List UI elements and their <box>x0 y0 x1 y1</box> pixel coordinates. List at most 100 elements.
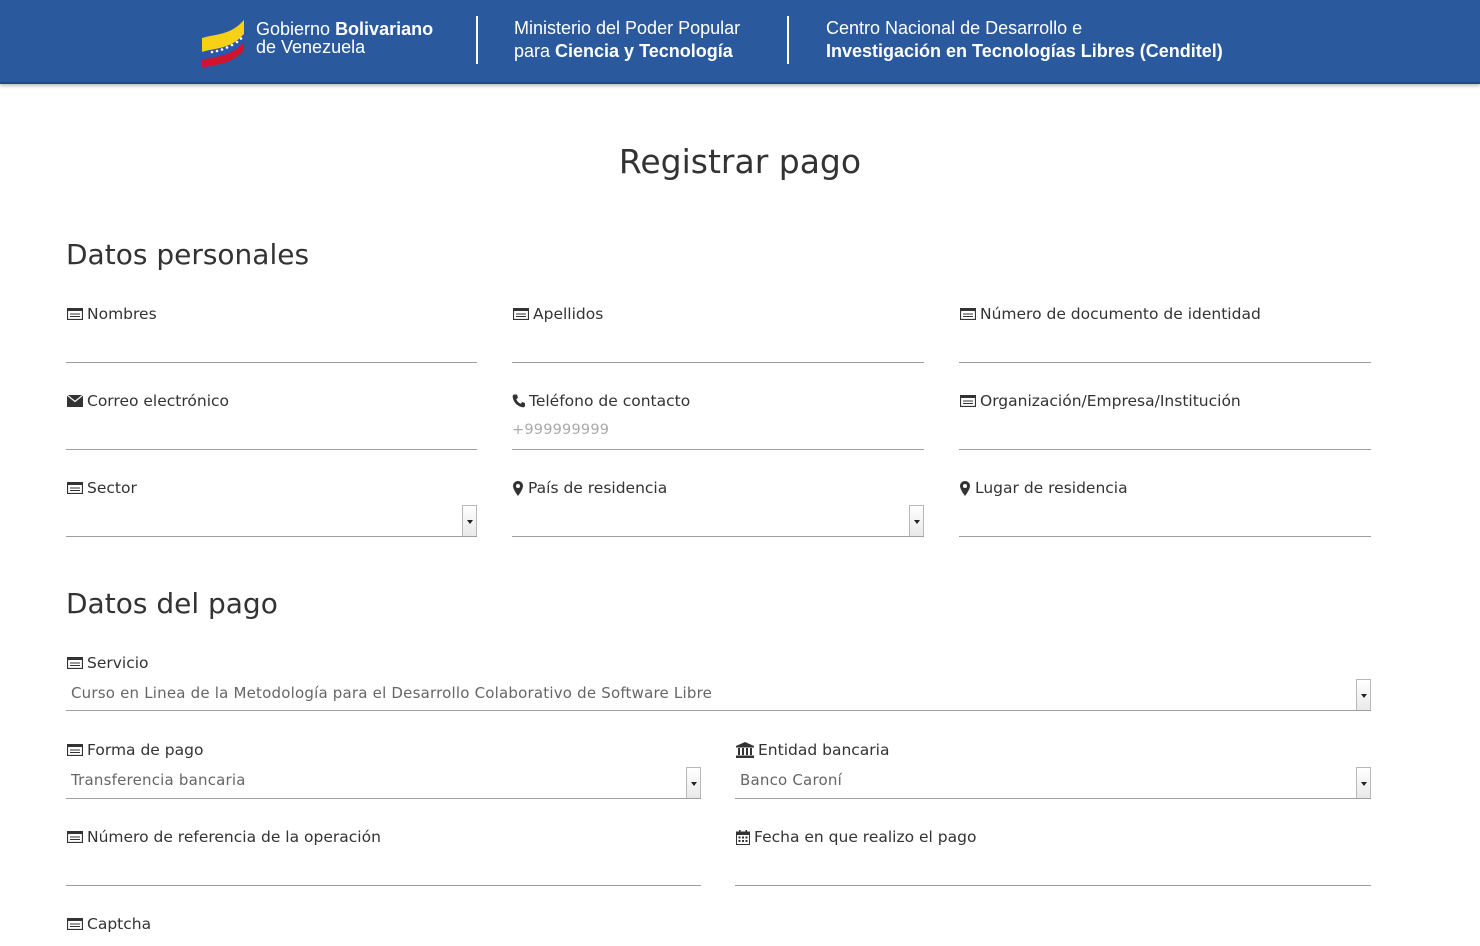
id-card-icon <box>959 306 976 322</box>
forma-pago-label: Forma de pago <box>66 741 203 759</box>
referencia-field[interactable]: Número de referencia de la operación <box>66 828 701 886</box>
apellidos-label-text: Apellidos <box>533 305 604 323</box>
id-card-icon <box>66 306 83 322</box>
gov-line1-plain: Gobierno <box>256 19 336 39</box>
referencia-underline <box>66 885 701 886</box>
organizacion-label-text: Organización/Empresa/Institución <box>980 392 1241 410</box>
telefono-label-text: Teléfono de contacto <box>529 392 691 410</box>
caret-down-icon[interactable] <box>909 505 924 537</box>
referencia-label-text: Número de referencia de la operación <box>87 828 381 846</box>
caret-down-icon[interactable] <box>1356 679 1371 711</box>
personal-data-heading: Datos personales <box>66 238 310 271</box>
sector-label: Sector <box>66 479 137 497</box>
documento-label: Número de documento de identidad <box>959 305 1261 323</box>
pais-underline <box>512 536 924 537</box>
sector-underline <box>66 536 477 537</box>
id-card-icon <box>512 306 529 322</box>
map-marker-icon <box>512 480 524 496</box>
center-line1: Centro Nacional de Desarrollo e <box>826 18 1083 38</box>
lugar-underline <box>959 536 1371 537</box>
id-card-icon <box>66 655 83 671</box>
forma-pago-underline <box>66 798 701 799</box>
correo-label-text: Correo electrónico <box>87 392 230 410</box>
id-card-icon <box>959 393 976 409</box>
captcha-field[interactable]: Captcha <box>66 915 701 946</box>
phone-icon <box>512 393 525 409</box>
documento-label-text: Número de documento de identidad <box>980 305 1261 323</box>
servicio-underline <box>66 710 1371 711</box>
entidad-bancaria-underline <box>735 798 1371 799</box>
captcha-label: Captcha <box>66 915 151 933</box>
map-marker-icon <box>959 480 971 496</box>
correo-field[interactable]: Correo electrónico <box>66 392 477 450</box>
id-card-icon <box>66 480 83 496</box>
organizacion-label: Organización/Empresa/Institución <box>959 392 1241 410</box>
gov-line1-bold: Bolivariano <box>335 19 434 39</box>
organizacion-field[interactable]: Organización/Empresa/Institución <box>959 392 1371 450</box>
lugar-field[interactable]: Lugar de residencia <box>959 479 1371 537</box>
center-line2: Investigación en Tecnologías Libres (Cen… <box>826 41 1223 61</box>
forma-pago-select[interactable]: Forma de pago Transferencia bancaria <box>66 741 701 799</box>
pais-label-text: País de residencia <box>528 479 668 497</box>
ministry-line2-bold: Ciencia y Tecnología <box>555 41 733 61</box>
forma-pago-selected: Transferencia bancaria <box>71 771 246 789</box>
apellidos-field[interactable]: Apellidos <box>512 305 924 363</box>
nombres-label-text: Nombres <box>87 305 157 323</box>
entidad-bancaria-selected: Banco Caroní <box>740 771 842 789</box>
page-title: Registrar pago <box>618 142 862 181</box>
captcha-label-text: Captcha <box>87 915 152 933</box>
caret-down-icon[interactable] <box>1356 767 1371 799</box>
forma-pago-label-text: Forma de pago <box>87 741 204 759</box>
documento-underline <box>959 362 1371 363</box>
apellidos-label: Apellidos <box>512 305 603 323</box>
header-divider <box>476 16 478 64</box>
center-name: Centro Nacional de Desarrollo e Investig… <box>826 17 1223 63</box>
header-divider <box>787 16 789 64</box>
envelope-icon <box>66 393 83 409</box>
caret-down-icon[interactable] <box>462 505 477 537</box>
payment-data-heading: Datos del pago <box>66 587 278 620</box>
pais-label: País de residencia <box>512 479 667 497</box>
documento-field[interactable]: Número de documento de identidad <box>959 305 1371 363</box>
ministry-line2-plain: para <box>514 41 556 61</box>
caret-down-icon[interactable] <box>686 767 701 799</box>
apellidos-underline <box>512 362 924 363</box>
government-name: Gobierno Bolivariano de Venezuela <box>256 19 433 57</box>
correo-underline <box>66 449 477 450</box>
entidad-bancaria-label-text: Entidad bancaria <box>758 741 890 759</box>
telefono-label: Teléfono de contacto <box>512 392 690 410</box>
id-card-icon <box>66 916 83 932</box>
ministry-line1: Ministerio del Poder Popular <box>514 18 741 38</box>
fecha-pago-label-text: Fecha en que realizo el pago <box>754 828 977 846</box>
servicio-selected: Curso en Linea de la Metodología para el… <box>71 684 713 702</box>
fecha-pago-underline <box>735 885 1371 886</box>
telefono-field[interactable]: Teléfono de contacto +999999999 <box>512 392 924 450</box>
nombres-field[interactable]: Nombres <box>66 305 477 363</box>
servicio-label: Servicio <box>66 654 149 672</box>
telefono-underline <box>512 449 924 450</box>
ministry-name: Ministerio del Poder Popular para Cienci… <box>514 17 740 63</box>
lugar-label: Lugar de residencia <box>959 479 1128 497</box>
site-header: Gobierno Bolivariano de Venezuela Minist… <box>0 0 1480 84</box>
entidad-bancaria-label: Entidad bancaria <box>735 741 889 759</box>
correo-label: Correo electrónico <box>66 392 229 410</box>
nombres-label: Nombres <box>66 305 157 323</box>
fecha-pago-field[interactable]: Fecha en que realizo el pago <box>735 828 1371 886</box>
telefono-placeholder: +999999999 <box>512 422 610 438</box>
referencia-label: Número de referencia de la operación <box>66 828 381 846</box>
lugar-label-text: Lugar de residencia <box>975 479 1128 497</box>
entidad-bancaria-select[interactable]: Entidad bancaria Banco Caroní <box>735 741 1371 799</box>
pais-select[interactable]: País de residencia <box>512 479 924 537</box>
calendar-icon <box>735 829 750 845</box>
servicio-label-text: Servicio <box>87 654 149 672</box>
nombres-underline <box>66 362 477 363</box>
id-card-icon <box>66 829 83 845</box>
bank-icon <box>735 742 754 758</box>
sector-select[interactable]: Sector <box>66 479 477 537</box>
servicio-select[interactable]: Servicio Curso en Linea de la Metodologí… <box>66 654 1371 711</box>
gov-line2: de Venezuela <box>256 37 366 57</box>
fecha-pago-label: Fecha en que realizo el pago <box>735 828 976 846</box>
organizacion-underline <box>959 449 1371 450</box>
id-card-icon <box>66 742 83 758</box>
venezuela-flag-logo <box>202 20 244 68</box>
